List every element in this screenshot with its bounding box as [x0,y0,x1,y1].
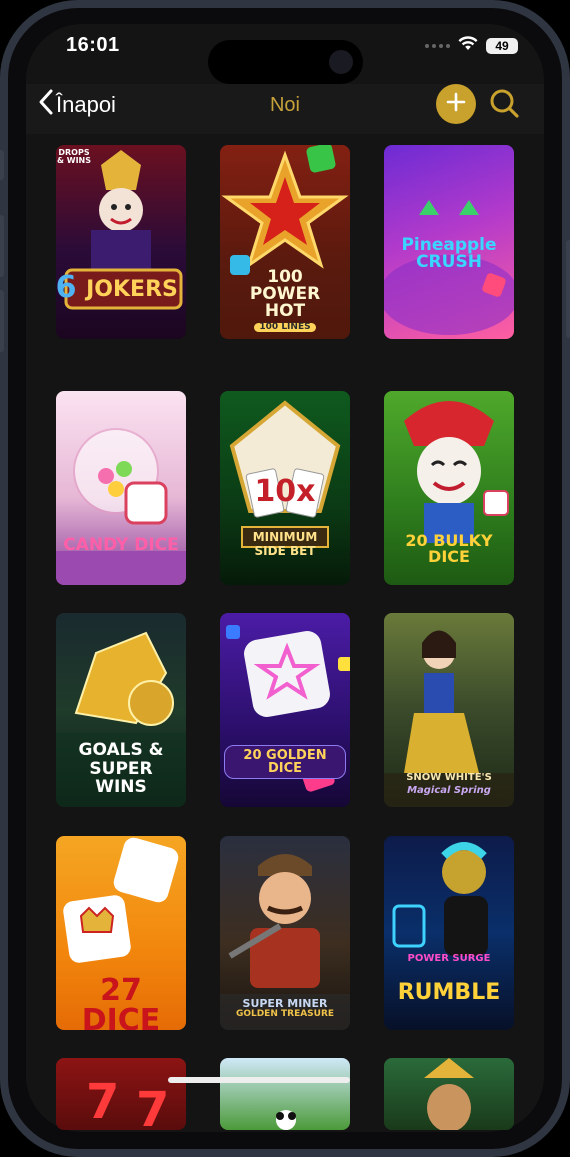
power-button [566,240,570,338]
add-button[interactable] [436,84,476,124]
game-title: 27 DICE [81,973,161,1031]
game-tile-lucky-rumble[interactable]: POWER SURGE RUMBLE [384,836,514,1030]
game-tile-snow-whites-magical-spring[interactable]: SNOW WHITE'S Magical Spring [384,613,514,807]
dynamic-island [208,40,363,84]
game-subtitle: POWER SURGE [407,953,491,964]
game-tile-20-golden-dice[interactable]: 20 GOLDEN DICE [220,613,350,807]
plus-icon [445,91,467,118]
game-artwork [56,428,186,585]
game-tile-goals-super-wins[interactable]: GOALS & SUPER WINS [56,613,186,807]
game-artwork [424,1058,474,1130]
game-title: 10x [254,474,316,509]
game-tile-partial-1[interactable]: 7 7 [56,1058,186,1130]
game-subtitle: Magical Spring [407,785,491,796]
game-title: SUPER MINER [242,997,328,1010]
game-title: RUMBLE [397,980,501,1005]
mute-switch [0,150,4,180]
volume-up-button [0,215,4,277]
game-subtitle: 100 LINES [254,323,316,332]
volume-down-button [0,290,4,352]
game-tile-partial-2[interactable] [220,1058,350,1130]
game-title: 20 GOLDEN DICE [224,745,346,779]
game-artwork [64,150,183,310]
status-bar: 16:01 49 [26,24,544,84]
svg-text:7: 7 [136,1082,169,1130]
status-time: 16:01 [66,34,120,56]
game-title: GOALS & SUPER WINS [78,740,164,798]
game-tile-6-jokers[interactable]: DROPS & WINS 6 JOKERS [56,145,186,339]
game-title-number: 6 [56,270,77,305]
wifi-icon [458,36,478,56]
game-tile-super-miner[interactable]: SUPER MINER GOLDEN TREASURE [220,836,350,1030]
svg-text:7: 7 [86,1074,119,1130]
game-subtitle: GOLDEN TREASURE [235,1009,335,1019]
game-tile-20-bulky-dice[interactable]: 20 BULKY DICE [384,391,514,585]
game-title: SNOW WHITE'S [406,772,492,783]
game-artwork: 7 7 [86,1074,169,1130]
game-title: Pineapple CRUSH [401,235,497,272]
game-tile-pineapple-crush[interactable]: Pineapple CRUSH [384,145,514,339]
game-tile-27-dice[interactable]: 27 DICE [56,836,186,1030]
status-icons: 49 [425,36,518,56]
game-tile-100-power-hot[interactable]: 100 POWER HOT 100 LINES [220,145,350,339]
game-title: 100 POWER HOT [249,267,321,321]
battery-indicator: 49 [486,38,518,54]
drops-wins-badge: DROPS & WINS [56,148,92,165]
game-subtitle: MINIMUM SIDE BET [252,530,318,558]
game-artwork [276,1110,296,1130]
cellular-signal-icon [425,44,450,48]
game-title: JOKERS [86,277,178,302]
game-tile-partial-3[interactable] [384,1058,514,1130]
navigation-bar: Înapoi Noi [26,84,544,134]
home-indicator [168,1077,350,1083]
game-title: CANDY DICE [63,535,179,555]
search-icon [488,89,522,126]
game-tile-10x-minimum-side-bet[interactable]: 10x MINIMUM SIDE BET [220,391,350,585]
search-button[interactable] [488,86,522,127]
game-tile-candy-dice[interactable]: CANDY DICE [56,391,186,585]
game-title: 20 BULKY DICE [405,531,493,566]
